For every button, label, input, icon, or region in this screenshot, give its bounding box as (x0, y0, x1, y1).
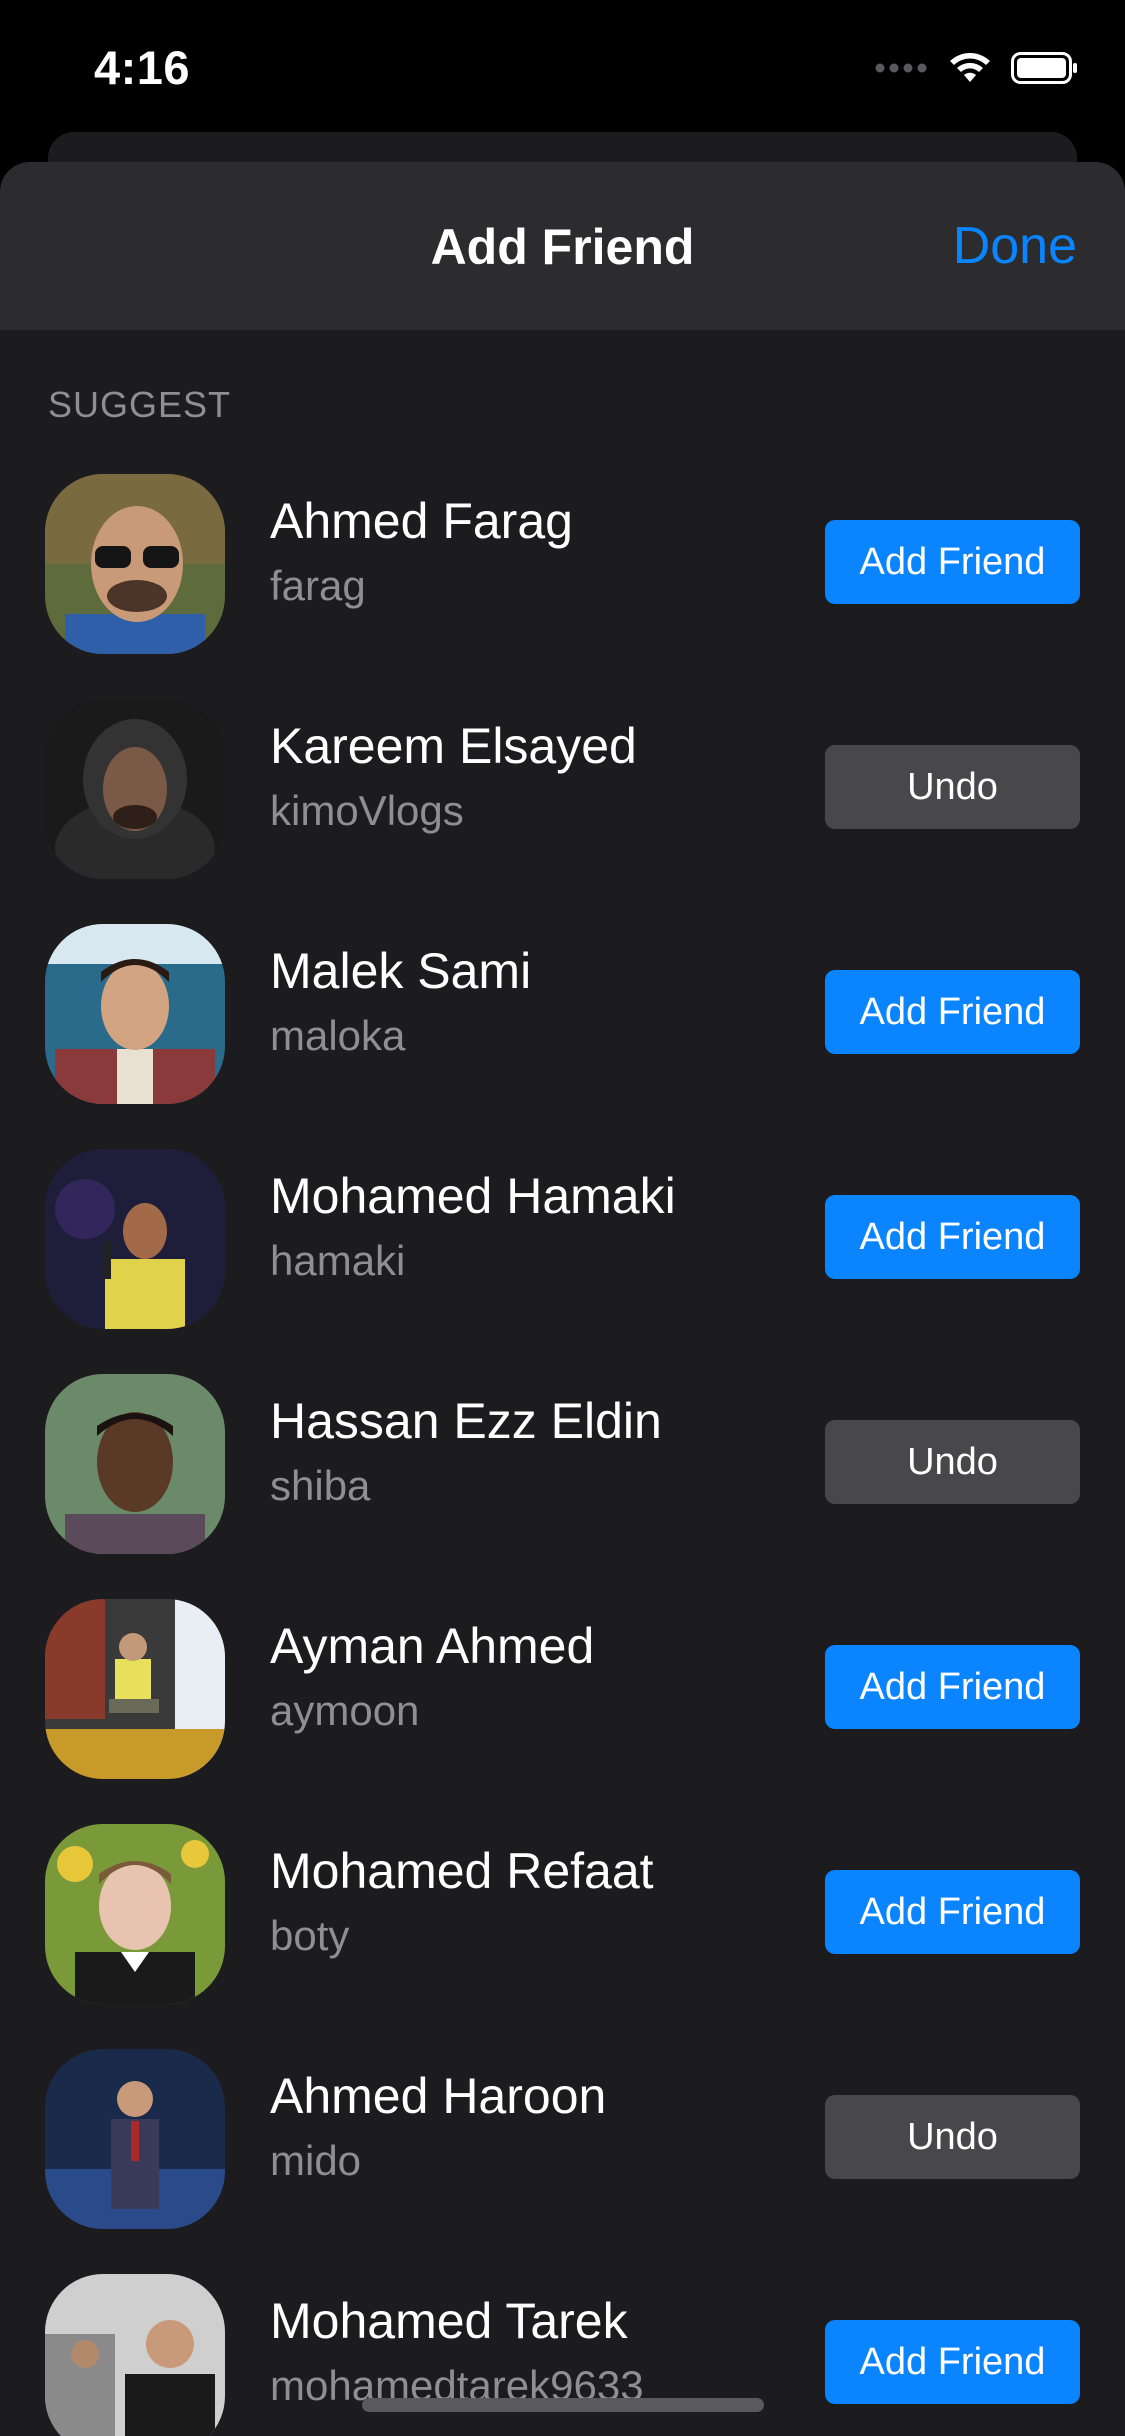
add-friend-button[interactable]: Add Friend (825, 1645, 1080, 1729)
avatar[interactable] (45, 2274, 225, 2436)
friend-username: shiba (270, 1462, 371, 1509)
list-item: Mohamed Refaat boty Add Friend (0, 1812, 1125, 2037)
battery-icon (1011, 51, 1079, 89)
avatar[interactable] (45, 924, 225, 1104)
friend-username: boty (270, 1912, 350, 1959)
friend-name: Ahmed Farag (270, 493, 573, 549)
list-item: Ahmed Haroon mido Undo (0, 2037, 1125, 2262)
avatar[interactable] (45, 474, 225, 654)
add-friend-sheet: Add Friend Done SUGGEST Ahmed Farag fara… (0, 162, 1125, 2436)
add-friend-button[interactable]: Add Friend (825, 2320, 1080, 2404)
friend-username: hamaki (270, 1237, 406, 1284)
friend-username: kimoVlogs (270, 787, 464, 834)
friend-name: Ayman Ahmed (270, 1618, 595, 1674)
add-friend-button[interactable]: Add Friend (825, 1870, 1080, 1954)
undo-button[interactable]: Undo (825, 1420, 1080, 1504)
avatar[interactable] (45, 699, 225, 879)
avatar[interactable] (45, 1824, 225, 2004)
friend-username: mido (270, 2137, 362, 2184)
home-indicator (362, 2398, 764, 2412)
list-item: Ayman Ahmed aymoon Add Friend (0, 1587, 1125, 1812)
list-item: Kareem Elsayed kimoVlogs Undo (0, 687, 1125, 912)
friend-name: Mohamed Refaat (270, 1843, 654, 1899)
avatar[interactable] (45, 1149, 225, 1329)
done-button[interactable]: Done (953, 216, 1077, 276)
status-bar: 4:16 (0, 0, 1125, 140)
undo-button[interactable]: Undo (825, 2095, 1080, 2179)
list-item: Malek Sami maloka Add Friend (0, 912, 1125, 1137)
friend-username: maloka (270, 1012, 406, 1059)
friend-name: Ahmed Haroon (270, 2068, 607, 2124)
sheet-header: Add Friend Done (0, 162, 1125, 330)
add-friend-button[interactable]: Add Friend (825, 1195, 1080, 1279)
friend-username: aymoon (270, 1687, 420, 1734)
add-friend-button[interactable]: Add Friend (825, 520, 1080, 604)
friend-name: Mohamed Tarek (270, 2293, 628, 2349)
avatar[interactable] (45, 2049, 225, 2229)
suggestion-list: Ahmed Farag farag Add Friend Kareem Elsa… (0, 462, 1125, 2436)
avatar[interactable] (45, 1374, 225, 1554)
friend-name: Mohamed Hamaki (270, 1168, 676, 1224)
friend-name: Malek Sami (270, 943, 532, 999)
list-item: Ahmed Farag farag Add Friend (0, 462, 1125, 687)
list-item: Mohamed Hamaki hamaki Add Friend (0, 1137, 1125, 1362)
friend-name: Hassan Ezz Eldin (270, 1393, 662, 1449)
undo-button[interactable]: Undo (825, 745, 1080, 829)
list-item: Hassan Ezz Eldin shiba Undo (0, 1362, 1125, 1587)
wifi-icon (947, 51, 993, 90)
status-time: 4:16 (94, 41, 191, 94)
avatar[interactable] (45, 1599, 225, 1779)
signal-dots-icon (875, 61, 929, 79)
friend-username: farag (270, 562, 366, 609)
add-friend-button[interactable]: Add Friend (825, 970, 1080, 1054)
section-header-suggest: SUGGEST (48, 384, 232, 425)
status-icons (875, 48, 1079, 92)
friend-name: Kareem Elsayed (270, 718, 637, 774)
